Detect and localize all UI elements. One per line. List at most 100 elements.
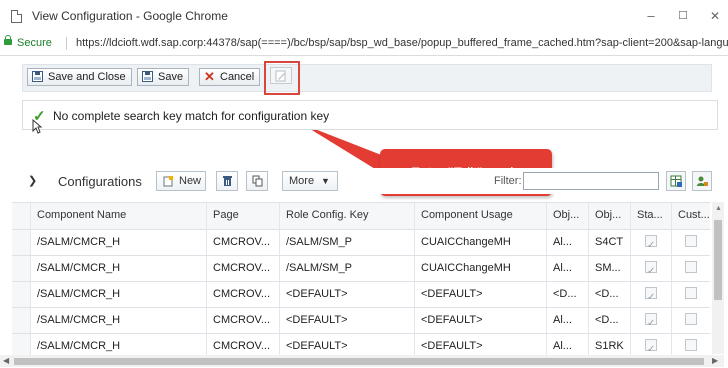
delete-button[interactable] (216, 171, 238, 191)
table-row[interactable]: /SALM/CMCR_H CMCROV... <DEFAULT> <DEFAULT> A… (12, 308, 710, 334)
window-titlebar: View Configuration - Google Chrome – ☐ ✕ (0, 0, 728, 34)
horizontal-scrollbar[interactable]: ◀ ▶ (0, 355, 724, 367)
table-cell (671, 230, 710, 255)
new-button[interactable]: New (156, 171, 206, 191)
row-selector[interactable] (12, 230, 30, 255)
table-cell: <DEFAULT> (279, 308, 414, 333)
window-title: View Configuration - Google Chrome (32, 9, 228, 23)
new-label: New (179, 175, 202, 187)
table-row[interactable]: /SALM/CMCR_H CMCROV... <DEFAULT> <DEFAULT> <… (12, 282, 710, 308)
table-cell (630, 282, 671, 307)
customized-checkbox (685, 287, 697, 300)
column-header[interactable]: Role Config. Key (279, 203, 414, 229)
more-menu-button[interactable]: More ▼ (282, 171, 338, 191)
filter-label: Filter: (494, 175, 522, 187)
more-label: More (289, 175, 315, 187)
column-header[interactable]: Page (206, 203, 279, 229)
horizontal-scroll-thumb[interactable] (14, 358, 704, 365)
page-icon (11, 10, 22, 23)
customized-checkbox (685, 339, 697, 352)
personalize-button[interactable] (692, 171, 712, 191)
save-label: Save (158, 71, 184, 83)
filter-input[interactable] (523, 172, 659, 190)
table-cell: Al... (546, 230, 588, 255)
vertical-scrollbar[interactable]: ▲ (712, 202, 724, 354)
table-cell: CUAICChangeMH (414, 256, 546, 281)
save-and-close-button[interactable]: Save and Close (27, 68, 132, 86)
table-cell (671, 308, 710, 333)
minimize-button[interactable]: – (636, 6, 666, 26)
save-button[interactable]: Save (137, 68, 190, 86)
url-text[interactable]: https://ldcioft.wdf.sap.corp:44378/sap(=… (76, 37, 728, 49)
close-button[interactable]: ✕ (700, 6, 728, 26)
row-selector[interactable] (12, 256, 30, 281)
maximize-button[interactable]: ☐ (668, 6, 698, 26)
vertical-scroll-thumb[interactable] (714, 220, 722, 300)
status-checkbox (645, 337, 657, 359)
table-cell: CUAICChangeMH (414, 230, 546, 255)
cancel-button[interactable]: ✕ Cancel (199, 68, 261, 86)
table-cell: CMCROV... (206, 230, 279, 255)
table-row[interactable]: /SALM/CMCR_H CMCROV.../SALM/SM_P CUAICChan… (12, 256, 710, 282)
message-text: No complete search key match for configu… (53, 109, 330, 123)
secure-label: Secure (17, 37, 52, 49)
configurations-panel-header: ❯ Configurations New More ▼ Filter: (12, 168, 718, 194)
table-cell: <D... (588, 308, 630, 333)
table-cell (630, 256, 671, 281)
edit-button-highlight (264, 61, 300, 95)
trash-icon (223, 176, 232, 186)
row-selector[interactable] (12, 308, 30, 333)
table-cell: <DEFAULT> (414, 282, 546, 307)
chevron-down-icon[interactable]: ❯ (28, 174, 37, 187)
table-settings-button[interactable] (666, 171, 686, 191)
column-header[interactable]: Component Usage (414, 203, 546, 229)
scroll-up-arrow-icon[interactable]: ▲ (715, 205, 722, 212)
scroll-right-arrow-icon[interactable]: ▶ (712, 356, 718, 365)
status-checkbox (645, 233, 657, 255)
table-cell: Al... (546, 308, 588, 333)
customized-checkbox (685, 313, 697, 326)
table-cell: CMCROV... (206, 282, 279, 307)
floppy-disk-icon (142, 71, 153, 82)
table-settings-icon (670, 175, 682, 187)
table-cell: /SALM/CMCR_H (30, 230, 206, 255)
table-cell (630, 230, 671, 255)
table-cell: S4CT (588, 230, 630, 255)
table-cell: CMCROV... (206, 308, 279, 333)
status-checkbox (645, 285, 657, 307)
address-bar[interactable]: Secure https://ldcioft.wdf.sap.corp:4437… (0, 33, 728, 56)
floppy-disk-icon (32, 71, 43, 82)
table-cell (630, 308, 671, 333)
scroll-left-arrow-icon[interactable]: ◀ (3, 356, 9, 365)
customized-checkbox (685, 235, 697, 248)
table-cell: <DEFAULT> (414, 308, 546, 333)
cancel-label: Cancel (220, 71, 255, 83)
table-cell: CMCROV... (206, 256, 279, 281)
table-cell: /SALM/CMCR_H (30, 282, 206, 307)
table-cell (671, 282, 710, 307)
copy-icon (252, 175, 263, 187)
save-and-close-label: Save and Close (48, 71, 126, 83)
column-header[interactable]: Obj... (588, 203, 630, 229)
row-selector[interactable] (12, 282, 30, 307)
copy-button[interactable] (246, 171, 268, 191)
new-document-icon (163, 176, 173, 187)
table-cell: /SALM/CMCR_H (30, 308, 206, 333)
mouse-cursor-icon (32, 119, 42, 134)
column-header[interactable]: Obj... (546, 203, 588, 229)
status-checkbox (645, 259, 657, 281)
customized-checkbox (685, 261, 697, 274)
popup-content: Save and Close Save ✕ Cancel ✓ No comple… (0, 56, 728, 368)
table-cell: SM... (588, 256, 630, 281)
column-header[interactable]: Cust... (671, 203, 710, 229)
table-body: /SALM/CMCR_H CMCROV.../SALM/SM_P CUAICChan… (12, 230, 710, 360)
column-header[interactable]: Component Name (30, 203, 206, 229)
table-row[interactable]: /SALM/CMCR_H CMCROV.../SALM/SM_P CUAICChan… (12, 230, 710, 256)
personalize-icon (697, 176, 708, 186)
dropdown-arrow-icon: ▼ (321, 176, 330, 186)
table-cell: /SALM/SM_P (279, 256, 414, 281)
table-cell: <D... (546, 282, 588, 307)
table-header-row: Component Name Page Role Config. Key Com… (12, 202, 710, 230)
column-header[interactable]: Sta... (630, 203, 671, 229)
cross-icon: ✕ (204, 69, 215, 84)
